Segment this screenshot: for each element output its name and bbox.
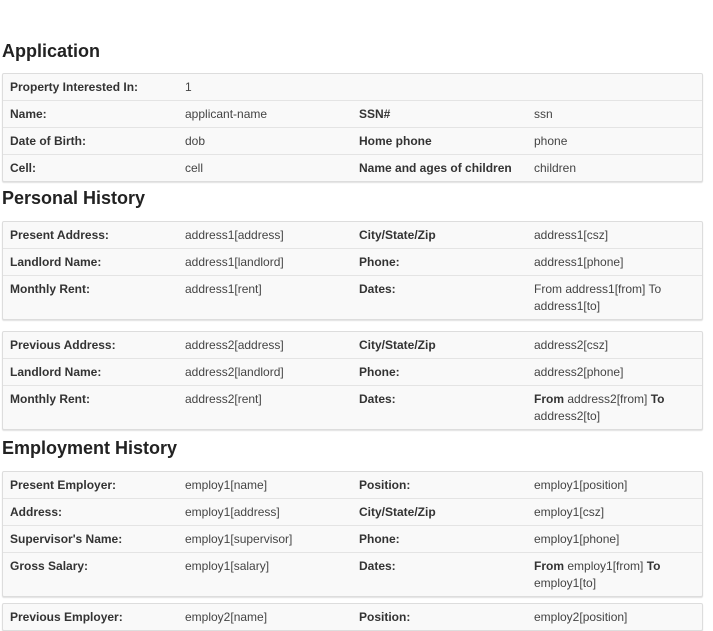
table-row: Address: employ1[address] City/State/Zip… — [3, 498, 702, 525]
field-label: Monthly Rent: — [10, 282, 90, 296]
field-value: 1 — [185, 80, 192, 94]
field-label: Phone: — [359, 532, 400, 546]
field-value: From address1[from] To address1[to] — [534, 282, 662, 313]
field-label: Dates: — [359, 559, 396, 573]
field-value: address1[rent] — [185, 282, 262, 296]
field-label: Present Address: — [10, 228, 109, 242]
field-label: Cell: — [10, 161, 37, 175]
field-value: employ1[csz] — [534, 505, 605, 519]
table-row: Previous Employer: employ2[name] Positio… — [3, 604, 702, 630]
field-label: Dates: — [359, 282, 396, 296]
field-value: address1[address] — [185, 228, 284, 242]
field-value: employ1[name] — [185, 478, 268, 492]
field-label: Property Interested In: — [10, 80, 139, 94]
from-word: From — [534, 559, 564, 573]
field-value: address2[address] — [185, 338, 284, 352]
personal-history-heading: Personal History — [2, 188, 146, 208]
present-address-panel: Present Address: address1[address] City/… — [2, 221, 703, 320]
table-row: Previous Address: address2[address] City… — [3, 332, 702, 358]
table-row: Property Interested In: 1 — [3, 74, 702, 100]
field-value: address2[phone] — [534, 365, 624, 379]
from-value: address2[from] — [567, 392, 648, 406]
from-value: employ1[from] — [567, 559, 644, 573]
field-label: Supervisor's Name: — [10, 532, 123, 546]
employment-history-heading: Employment History — [2, 438, 178, 458]
field-value: address1[landlord] — [185, 255, 284, 269]
field-label: Landlord Name: — [10, 255, 102, 269]
field-label: Name: — [10, 107, 47, 121]
table-row: Monthly Rent: address1[rent] Dates: From… — [3, 275, 702, 319]
field-label: Present Employer: — [10, 478, 117, 492]
field-label: City/State/Zip — [359, 228, 436, 242]
table-row: Name: applicant-name SSN# ssn — [3, 100, 702, 127]
field-label: Position: — [359, 610, 411, 624]
field-value: address1[phone] — [534, 255, 624, 269]
field-label: Gross Salary: — [10, 559, 89, 573]
table-row: Present Address: address1[address] City/… — [3, 222, 702, 248]
field-label: Phone: — [359, 365, 400, 379]
table-row: Monthly Rent: address2[rent] Dates: From… — [3, 385, 702, 429]
to-value: employ1[to] — [534, 576, 597, 590]
table-row: Supervisor's Name: employ1[supervisor] P… — [3, 525, 702, 552]
application-heading: Application — [2, 41, 100, 61]
field-label: Position: — [359, 478, 411, 492]
field-value: employ1[phone] — [534, 532, 620, 546]
field-label: City/State/Zip — [359, 505, 436, 519]
application-panel: Property Interested In: 1 Name: applican… — [2, 73, 703, 182]
field-value: address2[landlord] — [185, 365, 284, 379]
field-value: applicant-name — [185, 107, 268, 121]
field-value: employ2[name] — [185, 610, 268, 624]
from-word: From — [534, 392, 564, 406]
field-label: Landlord Name: — [10, 365, 102, 379]
field-value: employ2[position] — [534, 610, 628, 624]
table-row: Gross Salary: employ1[salary] Dates: Fro… — [3, 552, 702, 596]
table-row: Landlord Name: address2[landlord] Phone:… — [3, 358, 702, 385]
field-value: address1[csz] — [534, 228, 609, 242]
field-label: Date of Birth: — [10, 134, 86, 148]
field-label: Previous Employer: — [10, 610, 123, 624]
to-word: To — [650, 392, 665, 406]
field-value: address2[csz] — [534, 338, 609, 352]
table-row: Landlord Name: address1[landlord] Phone:… — [3, 248, 702, 275]
field-label: Name and ages of children — [359, 161, 512, 175]
field-value: children — [534, 161, 577, 175]
previous-employer-panel: Previous Employer: employ2[name] Positio… — [2, 603, 703, 631]
field-label: Phone: — [359, 255, 400, 269]
field-value: employ1[position] — [534, 478, 628, 492]
field-value: employ1[address] — [185, 505, 280, 519]
field-value: cell — [185, 161, 204, 175]
previous-address-panel: Previous Address: address2[address] City… — [2, 331, 703, 430]
table-row: Date of Birth: dob Home phone phone — [3, 127, 702, 154]
table-row: Cell: cell Name and ages of children chi… — [3, 154, 702, 181]
to-value: address2[to] — [534, 409, 601, 423]
field-label: Address: — [10, 505, 63, 519]
field-label: Dates: — [359, 392, 396, 406]
field-value: employ1[supervisor] — [185, 532, 293, 546]
present-employer-panel: Present Employer: employ1[name] Position… — [2, 471, 703, 597]
field-label: SSN# — [359, 107, 391, 121]
field-label: Monthly Rent: — [10, 392, 90, 406]
field-value: phone — [534, 134, 568, 148]
table-row: Present Employer: employ1[name] Position… — [3, 472, 702, 498]
field-label: Home phone — [359, 134, 432, 148]
dates-value: From employ1[from] To employ1[to] — [527, 553, 702, 596]
field-value: address2[rent] — [185, 392, 262, 406]
to-word: To — [646, 559, 661, 573]
field-label: City/State/Zip — [359, 338, 436, 352]
dates-value: From address2[from] To address2[to] — [527, 386, 702, 429]
field-value: employ1[salary] — [185, 559, 270, 573]
field-value: dob — [185, 134, 206, 148]
field-label: Previous Address: — [10, 338, 116, 352]
field-value: ssn — [534, 107, 553, 121]
